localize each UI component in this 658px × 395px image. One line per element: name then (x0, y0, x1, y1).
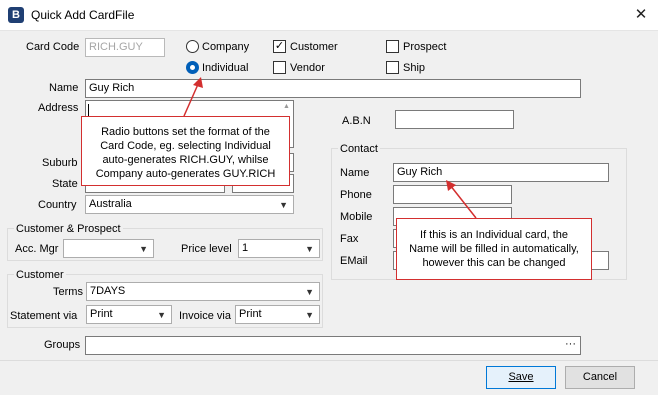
radio-callout-arrowhead (193, 77, 203, 88)
contact-callout-arrowhead (446, 180, 456, 191)
contact-name-callout: If this is an Individual card, the Name … (396, 218, 592, 280)
radio-buttons-callout: Radio buttons set the format of the Card… (81, 116, 290, 186)
annotation-arrows (183, 77, 477, 219)
contact-callout-arrow (449, 184, 477, 219)
radio-callout-arrow (183, 81, 200, 117)
